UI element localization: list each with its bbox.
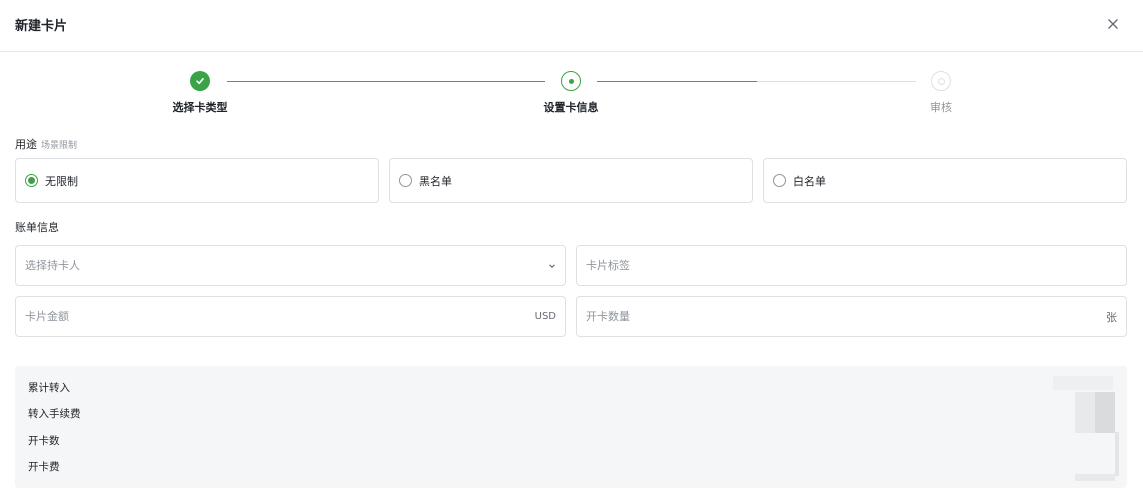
card-amount-field[interactable]: USD [15,296,566,337]
summary-row-card-fee: 开卡费 [28,461,60,473]
usage-option-label: 白名单 [793,174,826,188]
step-connector-1 [227,81,545,82]
redacted-value [1075,474,1115,481]
redacted-value [1095,392,1115,433]
radio-unchecked-icon [773,174,786,187]
dialog-header: 新建卡片 [0,0,1143,52]
dialog-title: 新建卡片 [15,19,68,34]
card-label-input[interactable] [586,259,1117,272]
cardholder-select-input[interactable] [25,259,548,272]
step-2-current[interactable] [561,71,581,91]
step-3-label: 审核 [930,101,952,114]
step-1-label: 选择卡类型 [172,101,228,114]
card-count-input[interactable] [586,310,1100,323]
usage-option-label: 无限制 [45,174,78,188]
usage-subtitle: 场景限制 [41,141,78,151]
step-3-pending [931,71,951,91]
usage-option-blacklist[interactable]: 黑名单 [389,158,753,203]
close-icon [1108,19,1118,29]
step-connector-2-progress [597,81,757,82]
usage-option-unlimited[interactable]: 无限制 [15,158,379,203]
usage-option-whitelist[interactable]: 白名单 [763,158,1127,203]
pending-step-dot [937,77,945,85]
usage-title: 用途 [15,138,37,151]
chevron-down-icon [549,263,555,268]
card-label-field[interactable] [576,245,1127,286]
usage-section-title: 用途 场景限制 [15,136,77,152]
summary-panel: 累计转入 转入手续费 开卡数 开卡费 [15,366,1127,488]
currency-suffix: USD [534,311,556,322]
step-2-label: 设置卡信息 [543,101,599,114]
scrollbar-thumb[interactable] [1115,432,1119,476]
card-count-field[interactable]: 张 [576,296,1127,337]
check-icon [196,78,204,85]
billing-section-title: 账单信息 [15,221,59,234]
stepper: 选择卡类型 设置卡信息 审核 [0,70,1143,118]
card-amount-input[interactable] [25,310,529,323]
radio-checked-icon [25,174,38,187]
summary-row-transfer-fee: 转入手续费 [28,408,81,420]
redacted-value [1053,376,1113,390]
count-unit-suffix: 张 [1106,310,1117,324]
summary-row-card-count: 开卡数 [28,435,60,447]
close-button[interactable] [1102,13,1124,35]
radio-unchecked-icon [399,174,412,187]
redacted-value [1075,392,1095,433]
step-1-done[interactable] [190,71,210,91]
summary-row-total-transfer: 累计转入 [28,382,70,394]
step-connector-2-remaining [757,81,916,82]
usage-option-label: 黑名单 [419,174,452,188]
cardholder-select[interactable] [15,245,566,286]
current-step-dot [568,78,574,84]
